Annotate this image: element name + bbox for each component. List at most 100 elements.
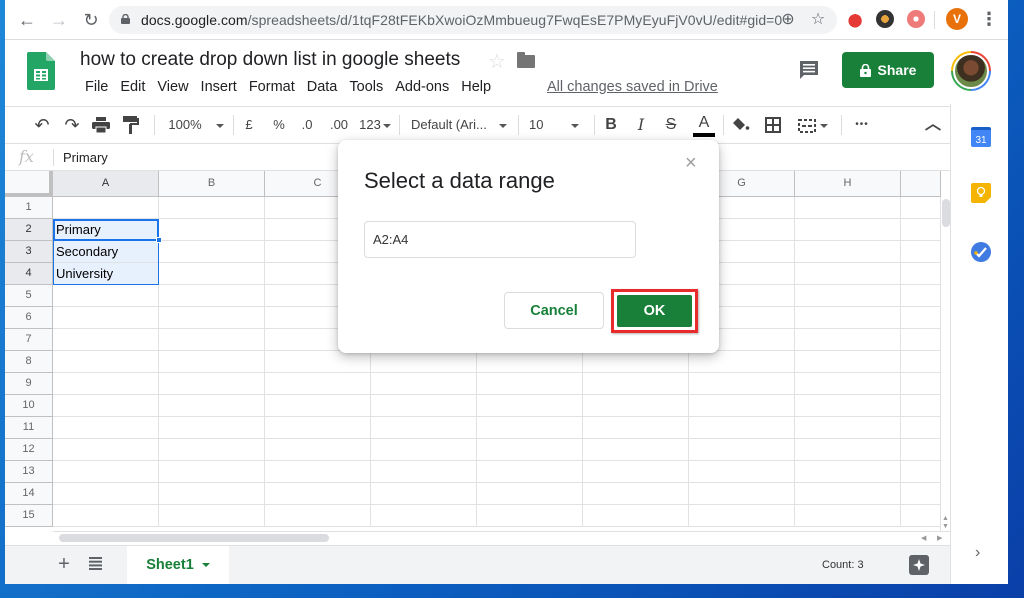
cell-g9[interactable] bbox=[689, 373, 795, 395]
cell-a3[interactable]: Secondary bbox=[53, 241, 159, 263]
cell-h13[interactable] bbox=[795, 461, 901, 483]
row-header-4[interactable]: 4 bbox=[5, 263, 53, 285]
cell-d11[interactable] bbox=[371, 417, 477, 439]
cell-h14[interactable] bbox=[795, 483, 901, 505]
cell-d14[interactable] bbox=[371, 483, 477, 505]
horizontal-scrollbar[interactable]: ◀ ▶ bbox=[53, 531, 950, 545]
cell-i9[interactable] bbox=[901, 373, 941, 395]
cell-i8[interactable] bbox=[901, 351, 941, 373]
cell-a13[interactable] bbox=[53, 461, 159, 483]
more-vert-icon[interactable]: ⋮ bbox=[980, 8, 998, 32]
cell-d8[interactable] bbox=[371, 351, 477, 373]
share-button[interactable]: Share bbox=[842, 52, 934, 88]
cell-h6[interactable] bbox=[795, 307, 901, 329]
cell-a4[interactable]: University bbox=[53, 263, 159, 285]
cell-b14[interactable] bbox=[159, 483, 265, 505]
cell-a15[interactable] bbox=[53, 505, 159, 527]
cell-i10[interactable] bbox=[901, 395, 941, 417]
cell-f8[interactable] bbox=[583, 351, 689, 373]
profile-avatar[interactable]: V bbox=[946, 8, 968, 30]
explore-icon[interactable] bbox=[909, 555, 929, 575]
cell-h8[interactable] bbox=[795, 351, 901, 373]
vertical-scroll-thumb[interactable] bbox=[942, 199, 950, 227]
cell-b5[interactable] bbox=[159, 285, 265, 307]
cell-e12[interactable] bbox=[477, 439, 583, 461]
save-status-link[interactable]: All changes saved in Drive bbox=[547, 79, 718, 95]
cell-e9[interactable] bbox=[477, 373, 583, 395]
cell-g13[interactable] bbox=[689, 461, 795, 483]
strikethrough-button[interactable]: S bbox=[662, 107, 680, 143]
cell-e13[interactable] bbox=[477, 461, 583, 483]
font-select[interactable]: Default (Ari... bbox=[411, 107, 511, 143]
scroll-up-icon[interactable]: ▲ bbox=[942, 515, 949, 522]
cell-c13[interactable] bbox=[265, 461, 371, 483]
cell-h5[interactable] bbox=[795, 285, 901, 307]
cell-g10[interactable] bbox=[689, 395, 795, 417]
ok-button[interactable]: OK bbox=[617, 295, 692, 327]
cell-e11[interactable] bbox=[477, 417, 583, 439]
redo-icon[interactable]: ↷ bbox=[61, 107, 83, 143]
extension-icon[interactable] bbox=[847, 10, 865, 28]
increase-decimals-button[interactable]: .00 bbox=[327, 107, 351, 143]
cell-h7[interactable] bbox=[795, 329, 901, 351]
cell-b12[interactable] bbox=[159, 439, 265, 461]
row-header-9[interactable]: 9 bbox=[5, 373, 53, 395]
cell-a8[interactable] bbox=[53, 351, 159, 373]
cell-e14[interactable] bbox=[477, 483, 583, 505]
cell-h9[interactable] bbox=[795, 373, 901, 395]
cell-a9[interactable] bbox=[53, 373, 159, 395]
row-header-13[interactable]: 13 bbox=[5, 461, 53, 483]
chevron-down-icon[interactable] bbox=[201, 563, 210, 567]
cell-a11[interactable] bbox=[53, 417, 159, 439]
collapse-menus-icon[interactable]: ︿ bbox=[923, 107, 943, 143]
cancel-button[interactable]: Cancel bbox=[504, 292, 604, 329]
menu-tools[interactable]: Tools bbox=[343, 79, 389, 95]
cell-i15[interactable] bbox=[901, 505, 941, 527]
cell-c11[interactable] bbox=[265, 417, 371, 439]
menu-data[interactable]: Data bbox=[301, 79, 344, 95]
cell-i7[interactable] bbox=[901, 329, 941, 351]
cell-i1[interactable] bbox=[901, 197, 941, 219]
decrease-decimals-button[interactable]: .0 bbox=[297, 107, 317, 143]
cell-i4[interactable] bbox=[901, 263, 941, 285]
cell-f13[interactable] bbox=[583, 461, 689, 483]
cell-c8[interactable] bbox=[265, 351, 371, 373]
column-header-b[interactable]: B bbox=[159, 171, 265, 197]
menu-add-ons[interactable]: Add-ons bbox=[389, 79, 455, 95]
cell-a12[interactable] bbox=[53, 439, 159, 461]
cell-e8[interactable] bbox=[477, 351, 583, 373]
cell-i11[interactable] bbox=[901, 417, 941, 439]
fill-color-icon[interactable] bbox=[732, 117, 750, 133]
expand-panel-icon[interactable]: › bbox=[975, 544, 980, 562]
sheet-tab-sheet1[interactable]: Sheet1 bbox=[127, 546, 229, 584]
add-sheet-button[interactable]: + bbox=[55, 552, 73, 576]
cell-i5[interactable] bbox=[901, 285, 941, 307]
comment-icon[interactable] bbox=[798, 59, 820, 81]
row-header-8[interactable]: 8 bbox=[5, 351, 53, 373]
cell-b3[interactable] bbox=[159, 241, 265, 263]
column-header-a[interactable]: A bbox=[53, 171, 159, 197]
column-header-h[interactable]: H bbox=[795, 171, 901, 197]
cell-i12[interactable] bbox=[901, 439, 941, 461]
paint-format-icon[interactable] bbox=[123, 116, 139, 134]
cell-a1[interactable] bbox=[53, 197, 159, 219]
column-header[interactable] bbox=[901, 171, 941, 197]
italic-button[interactable]: I bbox=[632, 107, 650, 143]
cell-c15[interactable] bbox=[265, 505, 371, 527]
cell-a6[interactable] bbox=[53, 307, 159, 329]
cell-h12[interactable] bbox=[795, 439, 901, 461]
cell-b4[interactable] bbox=[159, 263, 265, 285]
folder-icon[interactable] bbox=[517, 52, 535, 68]
calendar-icon[interactable]: 31 bbox=[971, 127, 991, 147]
cell-h3[interactable] bbox=[795, 241, 901, 263]
row-header-2[interactable]: 2 bbox=[5, 219, 53, 241]
cell-f15[interactable] bbox=[583, 505, 689, 527]
cell-d10[interactable] bbox=[371, 395, 477, 417]
all-sheets-icon[interactable] bbox=[89, 557, 102, 570]
row-header-10[interactable]: 10 bbox=[5, 395, 53, 417]
row-header-12[interactable]: 12 bbox=[5, 439, 53, 461]
cell-b10[interactable] bbox=[159, 395, 265, 417]
menu-edit[interactable]: Edit bbox=[114, 79, 151, 95]
cell-b2[interactable] bbox=[159, 219, 265, 241]
more-options-button[interactable]: ••• bbox=[850, 107, 874, 143]
